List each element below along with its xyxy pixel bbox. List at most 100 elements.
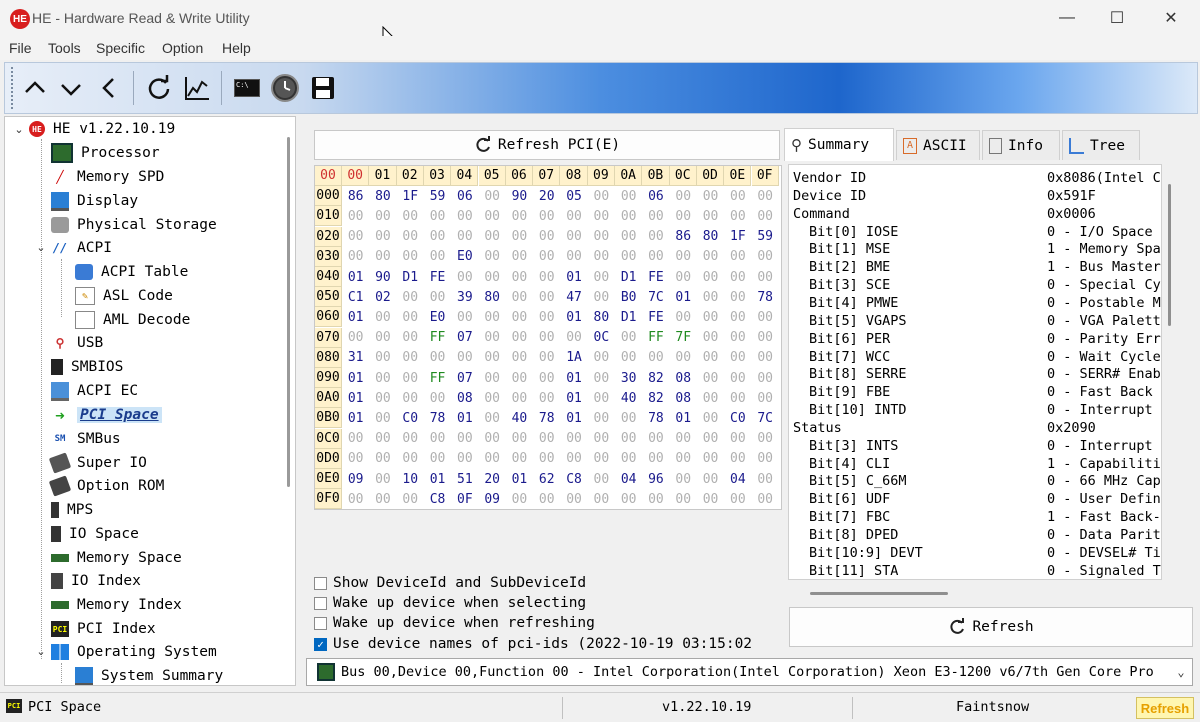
hex-cell[interactable]: 00 [397,489,424,509]
hex-cell[interactable]: 00 [670,247,697,267]
tree-item-operating-system[interactable]: Operating System [51,641,217,663]
hex-cell[interactable]: 00 [369,348,396,368]
summary-row[interactable]: Bit[11] STA 0 - Signaled T [793,563,1161,579]
hex-cell[interactable]: 00 [752,206,779,226]
hex-cell[interactable]: 01 [342,267,369,287]
hex-cell[interactable]: 00 [697,328,724,348]
hex-cell[interactable]: 00 [533,368,560,388]
hex-cell[interactable]: D1 [397,267,424,287]
device-select[interactable]: Bus 00,Device 00,Function 00 - Intel Cor… [306,658,1193,686]
hex-cell[interactable]: 00 [560,227,587,247]
hex-cell[interactable]: 40 [615,388,642,408]
option-wake-selecting[interactable]: Wake up device when selecting [314,594,586,612]
pci-hex-grid[interactable]: 00 00 01 02 03 04 05 06 07 08 09 0A 0B 0C 0D 0E 0F 000 86 8… [314,165,782,510]
hex-cell[interactable]: 00 [697,368,724,388]
hex-cell[interactable]: C0 [724,408,751,428]
hex-cell[interactable]: 00 [560,206,587,226]
hex-cell[interactable]: 00 [424,388,451,408]
hex-cell[interactable]: 00 [342,449,369,469]
hex-cell[interactable]: 00 [724,287,751,307]
hex-cell[interactable]: 00 [724,267,751,287]
hex-cell[interactable]: 01 [506,469,533,489]
hex-cell[interactable]: 01 [342,307,369,327]
summary-row[interactable]: Bit[0] IOSE 0 - I/O Space [793,224,1153,241]
tab-info[interactable]: Info [982,130,1060,160]
hex-cell[interactable]: 01 [670,408,697,428]
hex-cell[interactable]: 00 [588,206,615,226]
hex-cell[interactable]: 00 [724,186,751,206]
hex-cell[interactable]: 7C [642,287,669,307]
hex-cell[interactable]: 07 [451,328,478,348]
summary-row[interactable]: Bit[3] INTS 0 - Interrupt [793,438,1153,455]
hex-cell[interactable]: 00 [506,368,533,388]
hex-cell[interactable]: FF [424,328,451,348]
summary-row[interactable]: Bit[5] VGAPS 0 - VGA Palett [793,313,1161,330]
tree-item-display[interactable]: Display [51,190,138,212]
hex-cell[interactable]: B0 [615,287,642,307]
hex-cell[interactable]: 00 [424,287,451,307]
tree-item-pci-index[interactable]: PCI PCI Index [51,618,156,640]
hex-cell[interactable]: 00 [369,489,396,509]
tree-item-asl-code[interactable]: ✎ ASL Code [75,285,173,307]
hex-cell[interactable]: 00 [369,368,396,388]
hex-cell[interactable]: 82 [642,368,669,388]
tree-item-aml-decode[interactable]: AML Decode [75,309,190,331]
checkbox[interactable] [314,616,327,630]
device-tree[interactable]: ⌄ HE HE v1.22.10.19 Processor ╱ Memory S… [4,116,296,686]
root-collapse-icon[interactable]: ⌄ [13,123,25,136]
hex-cell[interactable]: 00 [451,227,478,247]
summary-row[interactable]: Bit[3] SCE 0 - Special Cy [793,277,1161,294]
summary-row[interactable]: Device ID 0x591F [793,188,1096,205]
hex-cell[interactable]: 86 [342,186,369,206]
hex-cell[interactable]: 01 [560,388,587,408]
hex-cell[interactable]: 00 [560,489,587,509]
hex-cell[interactable]: 00 [397,368,424,388]
hex-cell[interactable]: 00 [670,307,697,327]
tree-item-acpi-table[interactable]: ACPI Table [75,261,188,283]
hex-cell[interactable]: E0 [424,307,451,327]
summary-row[interactable]: Bit[2] BME 1 - Bus Master [793,259,1161,276]
tree-item-io-space[interactable]: IO Space [51,523,139,545]
hex-cell[interactable]: 00 [752,449,779,469]
hex-cell[interactable]: 00 [560,449,587,469]
hex-cell[interactable]: 00 [369,206,396,226]
tree-root[interactable]: HE HE v1.22.10.19 [29,118,175,140]
minimize-button[interactable]: — [1042,0,1092,36]
summary-row[interactable]: Bit[8] SERRE 0 - SERR# Enab [793,366,1161,383]
hex-cell[interactable]: 1A [560,348,587,368]
close-button[interactable]: ✕ [1146,0,1196,36]
hex-cell[interactable]: 00 [369,408,396,428]
hex-cell[interactable]: 00 [697,267,724,287]
hex-cell[interactable]: 00 [451,449,478,469]
summary-row[interactable]: Bit[4] CLI 1 - Capabiliti [793,456,1161,473]
hex-cell[interactable]: 40 [506,408,533,428]
hex-cell[interactable]: 00 [588,368,615,388]
hex-cell[interactable]: 00 [533,247,560,267]
checkbox[interactable] [314,576,327,590]
hex-cell[interactable]: 78 [533,408,560,428]
menu-option[interactable]: Option [162,40,203,56]
hex-cell[interactable]: 00 [615,227,642,247]
tree-item-pci-space[interactable]: ➜ PCI Space [51,404,162,426]
hex-cell[interactable]: 01 [342,388,369,408]
hex-cell[interactable]: 00 [724,388,751,408]
hex-cell[interactable]: 00 [533,227,560,247]
hex-cell[interactable]: 00 [397,206,424,226]
hex-cell[interactable]: 00 [752,328,779,348]
hex-cell[interactable]: 78 [642,408,669,428]
hex-cell[interactable]: 00 [615,247,642,267]
checkbox-checked[interactable]: ✓ [314,637,327,651]
tree-item-mps[interactable]: MPS [51,499,93,521]
hex-cell[interactable]: 00 [752,469,779,489]
hex-cell[interactable]: 00 [533,287,560,307]
tree-item-memory-spd[interactable]: ╱ Memory SPD [51,166,164,188]
hex-cell[interactable]: 00 [533,267,560,287]
menu-file[interactable]: File [9,40,32,56]
refresh-icon[interactable] [141,69,177,107]
hex-cell[interactable]: 00 [369,328,396,348]
hex-cell[interactable]: C8 [560,469,587,489]
hex-cell[interactable]: 00 [588,267,615,287]
hex-cell[interactable]: 00 [397,227,424,247]
hex-cell[interactable]: 00 [670,489,697,509]
hex-cell[interactable]: 05 [560,186,587,206]
